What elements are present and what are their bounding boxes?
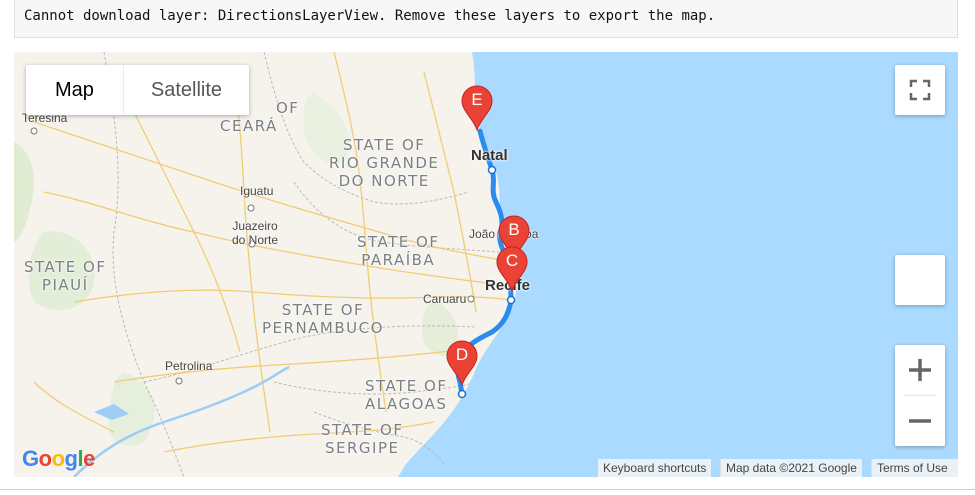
fullscreen-button[interactable] xyxy=(895,65,945,115)
state-label-pernambuco: STATE OF PERNAMBUCO xyxy=(262,301,384,337)
city-label-iguatu: Iguatu xyxy=(240,184,274,198)
route-marker-b-label: B xyxy=(508,220,520,239)
state-label-piaui: STATE OF PIAUÍ xyxy=(24,258,107,294)
minus-icon xyxy=(909,419,931,423)
zoom-out-button[interactable] xyxy=(895,396,945,446)
state-label-alagoas: STATE OF ALAGOAS xyxy=(365,377,448,413)
map-canvas[interactable]: OF CEARÁ STATE OF RIO GRANDE DO NORTE ST… xyxy=(14,52,958,477)
zoom-control xyxy=(895,345,945,446)
map-type-control: Map Satellite xyxy=(26,65,250,115)
route-marker-d-label: D xyxy=(455,345,469,364)
route-marker-c[interactable]: C xyxy=(495,246,529,293)
city-label-natal: Natal xyxy=(471,147,508,164)
keyboard-shortcuts-link[interactable]: Keyboard shortcuts xyxy=(598,459,712,477)
city-label-petrolina: Petrolina xyxy=(165,359,213,373)
page-bottom-rule xyxy=(0,489,975,490)
state-label-rio-grande-do-norte: STATE OF RIO GRANDE DO NORTE xyxy=(329,136,440,190)
map-type-satellite-button[interactable]: Satellite xyxy=(124,65,249,115)
fullscreen-icon xyxy=(909,79,931,101)
street-view-button[interactable] xyxy=(895,255,945,305)
map-type-map-button[interactable]: Map xyxy=(26,65,124,115)
route-marker-c-label: C xyxy=(505,251,519,270)
state-label-ceara-partial: OF xyxy=(276,99,300,117)
export-error-box: Cannot download layer: DirectionsLayerVi… xyxy=(14,0,958,38)
state-label-paraiba: STATE OF PARAÍBA xyxy=(357,233,440,269)
route-marker-e-label: E xyxy=(471,90,483,109)
google-logo[interactable]: Google xyxy=(22,446,95,472)
map-data-attribution: Map data ©2021 Google xyxy=(720,459,862,477)
city-label-juazeiro: Juazeiro do Norte xyxy=(232,219,279,247)
route-marker-d[interactable]: D xyxy=(445,340,479,387)
state-label-ceara: CEARÁ xyxy=(220,117,278,135)
terms-of-use-link[interactable]: Terms of Use xyxy=(871,459,958,477)
city-label-caruaru: Caruaru xyxy=(423,292,467,306)
state-label-sergipe: STATE OF SERGIPE xyxy=(321,421,404,457)
zoom-in-button[interactable] xyxy=(895,345,945,395)
plus-icon xyxy=(909,359,931,381)
route-marker-e[interactable]: E xyxy=(460,85,494,132)
export-error-message: Cannot download layer: DirectionsLayerVi… xyxy=(24,8,716,24)
